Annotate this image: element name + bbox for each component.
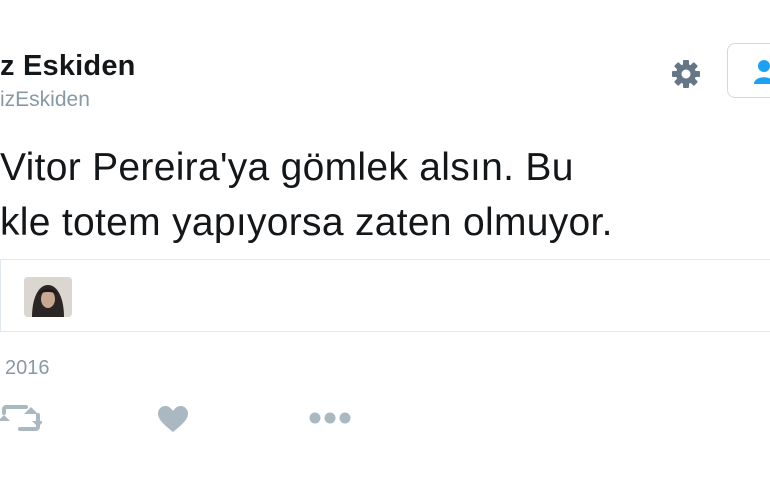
more-icon[interactable] xyxy=(307,408,353,428)
tweet-text-line: kle totem yapıyorsa zaten olmuyor. xyxy=(0,201,613,244)
avatar[interactable] xyxy=(24,277,72,317)
liked-by-section xyxy=(0,259,770,332)
gear-icon[interactable] xyxy=(667,55,705,93)
retweet-icon[interactable] xyxy=(0,403,44,433)
tweet-text: Vitor Pereira'ya gömlek alsın. Bu kle to… xyxy=(0,140,770,250)
add-user-icon xyxy=(754,58,770,91)
follow-button[interactable] xyxy=(727,43,770,98)
tweet-timestamp[interactable]: 2016 xyxy=(5,357,50,380)
heart-icon[interactable] xyxy=(157,405,189,433)
tweet-text-line: Vitor Pereira'ya gömlek alsın. Bu xyxy=(0,146,574,189)
author-handle[interactable]: izEskiden xyxy=(0,88,90,112)
author-display-name[interactable]: z Eskiden xyxy=(0,50,136,83)
